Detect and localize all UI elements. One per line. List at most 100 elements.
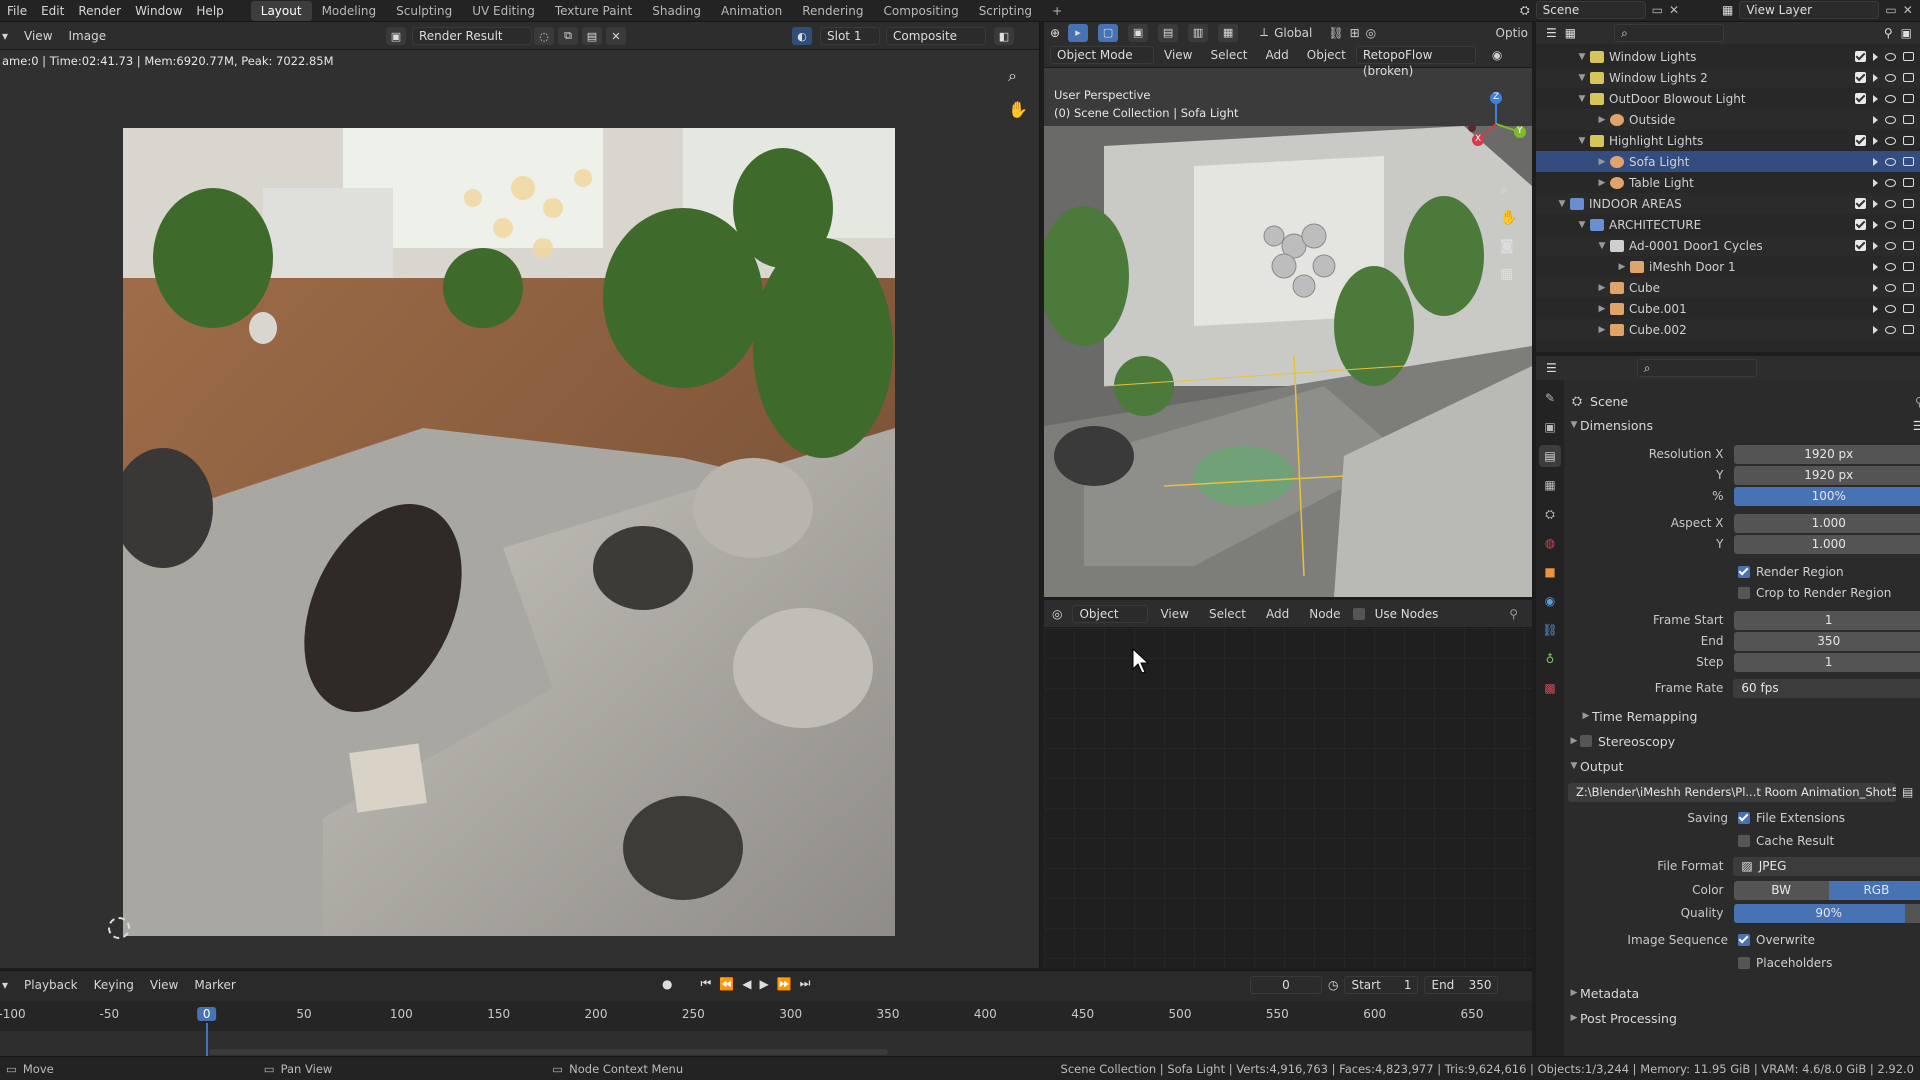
- select-invert-icon[interactable]: ▥: [1188, 23, 1209, 42]
- render-camera-icon[interactable]: [1903, 94, 1914, 103]
- node-canvas[interactable]: [1044, 628, 1532, 968]
- viewport-object-menu[interactable]: Object: [1299, 43, 1354, 67]
- workspace-tab-shading[interactable]: Shading: [642, 1, 711, 21]
- viewport-add-menu[interactable]: Add: [1258, 43, 1297, 67]
- selectable-icon[interactable]: [1873, 157, 1878, 166]
- outliner-row[interactable]: ▶ Cube: [1536, 277, 1920, 298]
- outliner-row[interactable]: ▼ Window Lights: [1536, 46, 1920, 67]
- view-layer-field[interactable]: View Layer: [1739, 1, 1880, 19]
- select-intersect-icon[interactable]: ▦: [1218, 23, 1239, 42]
- expand-toggle-icon[interactable]: ▶: [1596, 115, 1608, 125]
- node-view-menu[interactable]: View: [1152, 600, 1196, 628]
- menu-edit[interactable]: Edit: [34, 0, 71, 22]
- visibility-eye-icon[interactable]: [1885, 262, 1896, 271]
- resolution-x-field[interactable]: 1920 px: [1733, 444, 1920, 464]
- outliner-row[interactable]: ▶ Cube.001: [1536, 298, 1920, 319]
- image-browse-icon[interactable]: ▣: [386, 27, 406, 45]
- selectable-icon[interactable]: [1873, 73, 1878, 82]
- pass-select[interactable]: Composite: [886, 27, 986, 45]
- navigation-gizmo[interactable]: Z Y X: [1464, 92, 1528, 156]
- scene-selector[interactable]: ⛭ Scene ▭ ✕: [1520, 1, 1679, 19]
- aspect-x-field[interactable]: 1.000: [1733, 513, 1920, 533]
- delete-scene-icon[interactable]: ✕: [1669, 3, 1679, 17]
- node-select-menu[interactable]: Select: [1201, 600, 1254, 628]
- display-channels-icon[interactable]: ◐: [792, 27, 812, 45]
- stereoscopy-checkbox[interactable]: [1580, 735, 1592, 747]
- properties-search-input[interactable]: ⌕: [1636, 359, 1757, 377]
- new-collection-icon[interactable]: ▣: [1901, 26, 1912, 40]
- duplicate-image-icon[interactable]: ⧉: [558, 27, 578, 45]
- expand-toggle-icon[interactable]: ▶: [1616, 262, 1628, 272]
- file-format-select[interactable]: ▨ JPEG: [1733, 856, 1920, 876]
- jump-start-icon[interactable]: ⏮: [700, 976, 711, 991]
- visibility-eye-icon[interactable]: [1885, 115, 1896, 124]
- view-gizmo-icon[interactable]: ⊕: [1050, 26, 1060, 40]
- selectable-icon[interactable]: [1873, 52, 1878, 61]
- render-region-checkbox[interactable]: [1738, 566, 1750, 578]
- selectable-icon[interactable]: [1873, 304, 1878, 313]
- options-menu[interactable]: Optio: [1496, 26, 1532, 40]
- outliner-search-input[interactable]: ⌕: [1614, 24, 1725, 42]
- selectable-icon[interactable]: [1873, 325, 1878, 334]
- workspace-tab-rendering[interactable]: Rendering: [792, 1, 873, 21]
- expand-toggle-icon[interactable]: ▶: [1596, 283, 1608, 293]
- workspace-tab-layout[interactable]: Layout: [250, 1, 312, 21]
- filter-icon[interactable]: ⚲: [1884, 26, 1893, 40]
- frame-step-field[interactable]: 1: [1733, 652, 1920, 672]
- visibility-icon[interactable]: ◉: [1492, 48, 1502, 62]
- slot-select[interactable]: Slot 1: [820, 27, 880, 45]
- visibility-eye-icon[interactable]: [1885, 283, 1896, 292]
- outliner-row[interactable]: ▶ Cube.002: [1536, 319, 1920, 340]
- select-extend-icon[interactable]: ▣: [1128, 23, 1149, 42]
- exclude-checkbox[interactable]: [1855, 51, 1866, 62]
- mode-select[interactable]: Object Mode: [1050, 46, 1154, 64]
- retopoflow-menu[interactable]: RetopoFlow (broken): [1355, 46, 1476, 78]
- end-frame-field[interactable]: End 350: [1424, 976, 1499, 994]
- dimensions-panel-header[interactable]: ▼ Dimensions ☰: [1568, 414, 1920, 436]
- metadata-panel-header[interactable]: ▶ Metadata: [1568, 982, 1920, 1004]
- folder-icon[interactable]: ▤: [1902, 785, 1913, 799]
- playback-menu[interactable]: Playback: [16, 971, 86, 999]
- playhead-line[interactable]: [205, 1023, 208, 1057]
- outliner-type-icon[interactable]: ☰: [1546, 26, 1557, 40]
- outliner-row[interactable]: ▶ iMeshh Door 1: [1536, 256, 1920, 277]
- output-path-field[interactable]: Z:\Blender\iMeshh Renders\Pl...t Room An…: [1568, 782, 1896, 802]
- output-panel-header[interactable]: ▼ Output: [1568, 755, 1920, 777]
- node-editor[interactable]: ◎ Object View Select Add Node Use Nodes …: [1044, 600, 1532, 968]
- file-extensions-checkbox[interactable]: [1738, 812, 1750, 824]
- menu-file[interactable]: File: [0, 0, 34, 22]
- render-camera-icon[interactable]: [1903, 262, 1914, 271]
- tool-tab-icon[interactable]: ✎: [1539, 387, 1561, 409]
- visibility-eye-icon[interactable]: [1885, 178, 1896, 187]
- view-layer-tab-icon[interactable]: ▦: [1539, 474, 1561, 496]
- new-scene-icon[interactable]: ▭: [1652, 3, 1663, 17]
- visibility-eye-icon[interactable]: [1885, 73, 1896, 82]
- snap-icon[interactable]: ⊞: [1350, 26, 1360, 40]
- expand-toggle-icon[interactable]: ▼: [1596, 241, 1608, 251]
- transform-orientation-select[interactable]: Global: [1274, 26, 1312, 40]
- delete-view-layer-icon[interactable]: ✕: [1903, 3, 1913, 17]
- texture-tab-icon[interactable]: ▩: [1539, 677, 1561, 699]
- fake-user-icon[interactable]: ◌: [534, 27, 554, 45]
- data-tab-icon[interactable]: ♁: [1539, 648, 1561, 670]
- properties-type-icon[interactable]: ☰: [1546, 361, 1557, 375]
- visibility-eye-icon[interactable]: [1885, 157, 1896, 166]
- next-keyframe-icon[interactable]: ⏩: [777, 977, 792, 991]
- timeline-scrollbar[interactable]: [208, 1049, 888, 1055]
- marker-menu[interactable]: Marker: [186, 971, 243, 999]
- pin-icon[interactable]: ⚲: [1915, 394, 1920, 409]
- render-camera-icon[interactable]: [1903, 73, 1914, 82]
- keying-menu[interactable]: Keying: [86, 971, 142, 999]
- outliner-row[interactable]: ▼ OutDoor Blowout Light: [1536, 88, 1920, 109]
- overwrite-checkbox[interactable]: [1738, 934, 1750, 946]
- render-camera-icon[interactable]: [1903, 157, 1914, 166]
- select-tool-icon[interactable]: ▸: [1068, 23, 1089, 42]
- selectable-icon[interactable]: [1873, 199, 1878, 208]
- workspace-tab-compositing[interactable]: Compositing: [873, 1, 968, 21]
- outliner-row[interactable]: ▶ Outside: [1536, 109, 1920, 130]
- editor-type-icon[interactable]: ▾: [0, 22, 16, 50]
- crop-region-checkbox[interactable]: [1738, 587, 1750, 599]
- select-box-icon[interactable]: ▢: [1098, 23, 1119, 42]
- view-menu[interactable]: View: [16, 22, 60, 50]
- expand-toggle-icon[interactable]: ▼: [1576, 52, 1588, 62]
